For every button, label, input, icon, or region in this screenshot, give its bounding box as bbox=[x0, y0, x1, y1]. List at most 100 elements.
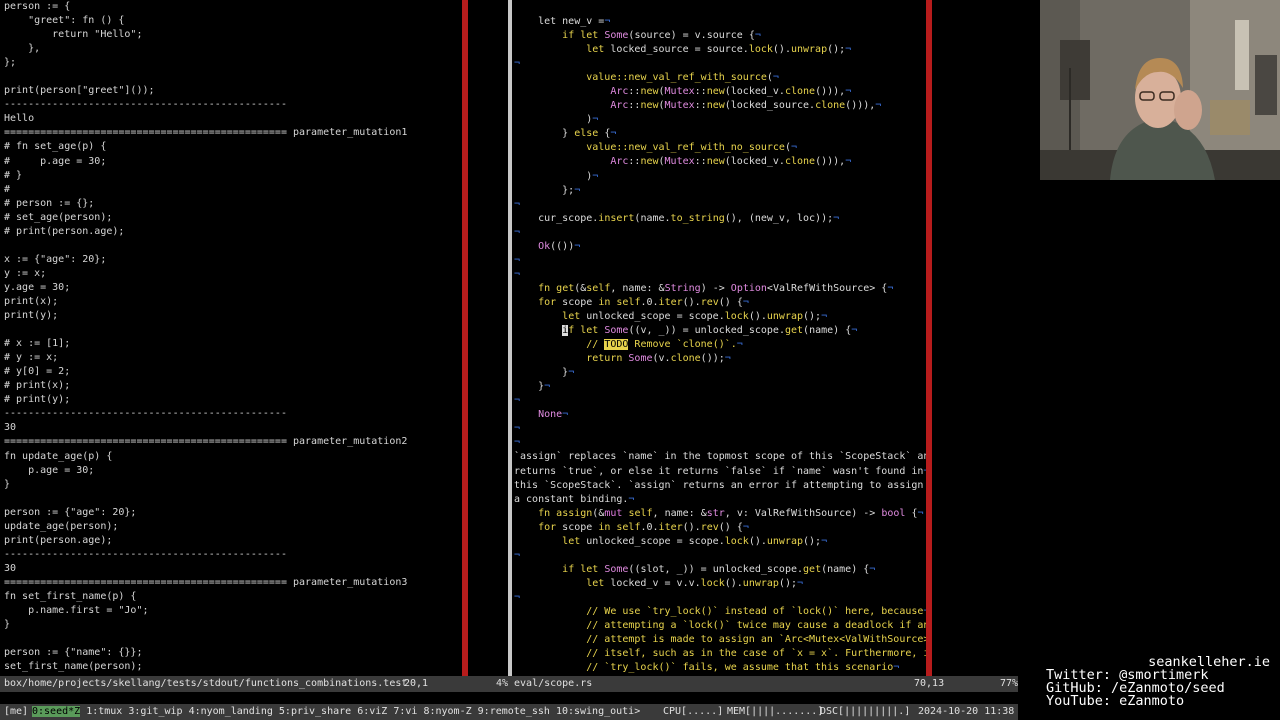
code-token: (v. bbox=[652, 353, 671, 365]
code-token: Mutex bbox=[664, 100, 695, 112]
code-token: for bbox=[538, 296, 557, 308]
code-token: () { bbox=[718, 296, 743, 308]
code-token: (& bbox=[592, 507, 605, 519]
code-token: :: bbox=[694, 100, 707, 112]
code-token: returns `true`, or else it returns `fals… bbox=[514, 465, 924, 477]
eol-marker: ¬ bbox=[514, 395, 521, 407]
right-code-line: // itself, such as in the case of `x = x… bbox=[512, 647, 926, 661]
eol-marker: ¬ bbox=[742, 296, 749, 308]
code-token: (name. bbox=[634, 212, 671, 224]
left-code-line: "greet": fn () { bbox=[4, 15, 125, 27]
eol-marker: ¬ bbox=[574, 184, 581, 196]
right-code-line: let unlocked_scope = scope.lock().unwrap… bbox=[512, 310, 926, 324]
right-code-line: if let Some((v, _)) = unlocked_scope.get… bbox=[512, 324, 926, 338]
code-token: new_val_ref_with_source bbox=[628, 72, 767, 84]
code-token: ((slot, _)) = unlocked_scope. bbox=[628, 563, 804, 575]
code-token: (()) bbox=[550, 240, 575, 252]
left-status-percent: 4% bbox=[496, 678, 509, 689]
left-code-line: # set_age(person); bbox=[4, 211, 113, 223]
left-code-line: # } bbox=[4, 169, 23, 181]
tmux-window-tab[interactable]: 1:tmux bbox=[86, 706, 122, 717]
tmux-window-tab[interactable]: 7:vi bbox=[393, 706, 417, 717]
tmux-window-tab[interactable]: 10:swing_outi> bbox=[556, 706, 640, 717]
left-code-line bbox=[0, 632, 462, 646]
left-code-line: print(y); bbox=[4, 310, 59, 322]
code-token: unwrap bbox=[790, 44, 828, 56]
eol-marker: ¬ bbox=[821, 535, 828, 547]
tmux-window-tab[interactable]: 3:git_wip bbox=[128, 706, 182, 717]
right-code-line: for scope in self.0.iter().rev() {¬ bbox=[512, 296, 926, 310]
code-token: Mutex bbox=[664, 156, 695, 168]
tmux-status-bar: [me] 0:seed*Z 1:tmux 3:git_wip 4:nyom_la… bbox=[0, 704, 1018, 720]
code-token: ) -> bbox=[700, 282, 731, 294]
webcam-overlay bbox=[1040, 0, 1280, 180]
code-token: this `ScopeStack`. `assign` returns an e… bbox=[514, 479, 926, 491]
right-code-line: Arc::new(Mutex::new(locked_v.clone())),¬ bbox=[512, 85, 926, 99]
right-code-line: Arc::new(Mutex::new(locked_source.clone(… bbox=[512, 99, 926, 113]
code-token: get bbox=[803, 563, 822, 575]
left-code-line: ----------------------------------------… bbox=[4, 408, 287, 420]
code-token: Ok bbox=[538, 240, 551, 252]
code-token: a constant binding. bbox=[514, 493, 629, 505]
right-editor-pane[interactable]: let new_v =¬ if let Some(source) = v.sou… bbox=[512, 0, 926, 676]
code-token: ) bbox=[514, 170, 593, 182]
tmux-window-tab[interactable]: 5:priv_share bbox=[279, 706, 351, 717]
eol-marker: ¬ bbox=[514, 226, 521, 238]
right-code-line: ¬ bbox=[512, 268, 926, 282]
right-code-line: let locked_v = v.v.lock().unwrap();¬ bbox=[512, 577, 926, 591]
code-token: ())), bbox=[815, 156, 846, 168]
left-code-line: } bbox=[4, 478, 11, 490]
code-token: (). bbox=[748, 535, 767, 547]
eol-marker: ¬ bbox=[514, 254, 521, 266]
code-token: }; bbox=[514, 184, 575, 196]
right-code-line: };¬ bbox=[512, 184, 926, 198]
eol-marker: ¬ bbox=[610, 128, 617, 140]
eol-marker: ¬ bbox=[514, 437, 521, 449]
eol-marker: ¬ bbox=[875, 100, 882, 112]
left-code-line: person := {"name": {}}; bbox=[4, 647, 143, 659]
code-token: let bbox=[586, 44, 605, 56]
left-code-line: # person := {}; bbox=[4, 197, 95, 209]
tmux-window-tab[interactable]: 6:viZ bbox=[357, 706, 387, 717]
code-token: to_string bbox=[670, 212, 725, 224]
code-token: Option bbox=[730, 282, 767, 294]
right-code-line: )¬ bbox=[512, 113, 926, 127]
tmux-window-tab[interactable]: 9:remote_ssh bbox=[478, 706, 550, 717]
social-links: seankelleher.ie Twitter: @smortimerk Git… bbox=[1046, 655, 1276, 708]
right-code-line: `assign` replaces `name` in the topmost … bbox=[512, 450, 926, 464]
left-editor-pane[interactable]: person := { "greet": fn () { return "Hel… bbox=[0, 0, 462, 676]
side-panel bbox=[1018, 180, 1280, 720]
code-token: (source) = v.source { bbox=[628, 30, 755, 42]
left-status-filename: box/home/projects/skellang/tests/stdout/… bbox=[4, 678, 408, 689]
right-code-line: ¬ bbox=[512, 436, 926, 450]
left-code-line bbox=[0, 323, 462, 337]
left-code-line: person := { bbox=[4, 1, 71, 12]
tmux-window-tab[interactable]: 0:seed*Z bbox=[32, 706, 81, 717]
right-code-line: return Some(v.clone());¬ bbox=[512, 352, 926, 366]
code-token: (& bbox=[574, 282, 587, 294]
right-status-position: 70,13 bbox=[914, 678, 945, 689]
left-code-line: y.age = 30; bbox=[4, 281, 71, 293]
code-token: get bbox=[556, 282, 575, 294]
code-token: new bbox=[640, 86, 659, 98]
right-code-line: ¬ bbox=[512, 422, 926, 436]
code-token: (name) { bbox=[803, 325, 852, 337]
code-token: (); bbox=[778, 577, 797, 589]
code-token: // attempt is made to assign an `Arc<Mut… bbox=[514, 634, 926, 646]
code-token: ())), bbox=[815, 86, 846, 98]
code-token: (). bbox=[682, 296, 701, 308]
eol-marker: ¬ bbox=[845, 86, 852, 98]
tmux-window-tab[interactable]: 4:nyom_landing bbox=[189, 706, 273, 717]
code-token: (locked_v. bbox=[724, 86, 785, 98]
right-code-line: this `ScopeStack`. `assign` returns an e… bbox=[512, 479, 926, 493]
eol-marker: ¬ bbox=[851, 325, 858, 337]
tmux-window-tab[interactable]: 8:nyom-Z bbox=[423, 706, 471, 717]
code-token: insert bbox=[598, 212, 635, 224]
